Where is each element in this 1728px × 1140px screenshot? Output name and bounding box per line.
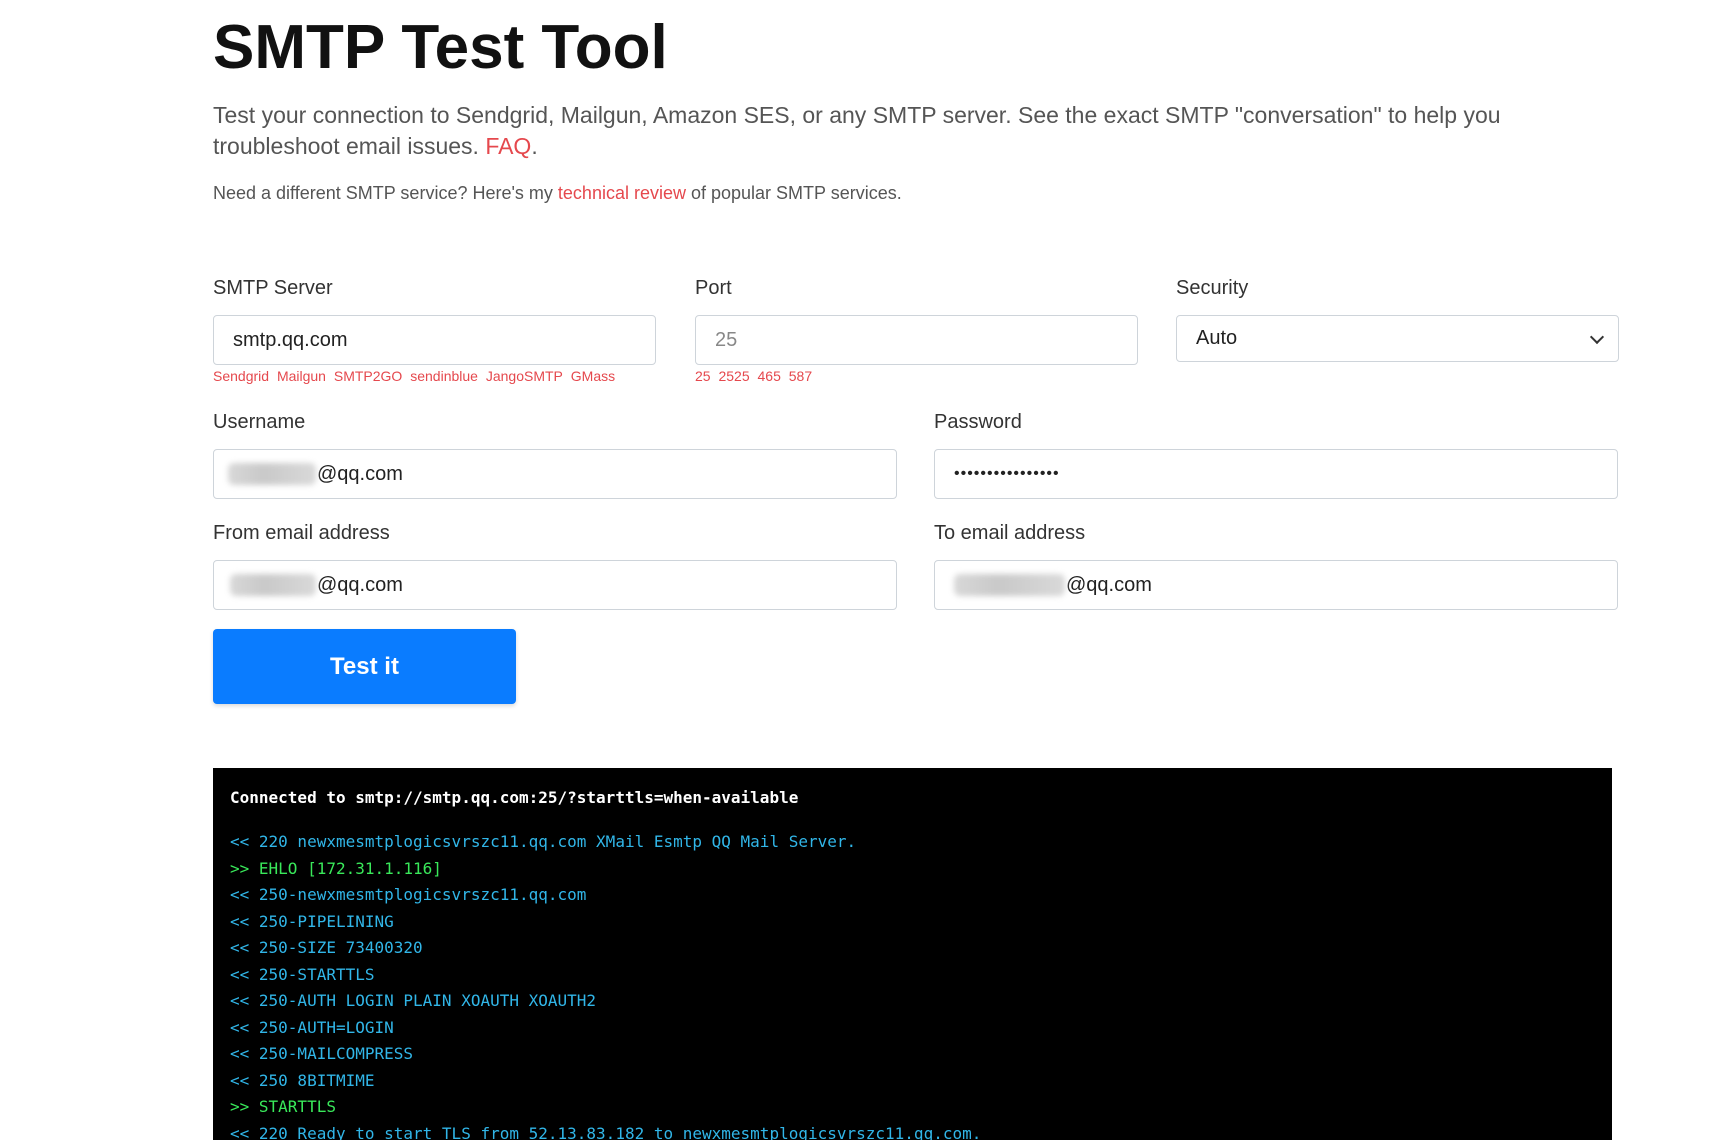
- connection-header: Connected to smtp://smtp.qq.com:25/?star…: [230, 788, 799, 807]
- security-selected-value: Auto: [1196, 327, 1238, 349]
- username-suffix: @qq.com: [317, 462, 403, 485]
- port-suggestion-587[interactable]: 587: [789, 368, 812, 384]
- test-it-button[interactable]: Test it: [213, 629, 516, 704]
- review-note: Need a different SMTP service? Here's my…: [213, 183, 902, 204]
- from-email-input[interactable]: @qq.com: [213, 560, 897, 610]
- port-suggestions: 25 2525 465 587: [695, 368, 816, 384]
- password-input[interactable]: ••••••••••••••••: [934, 449, 1618, 499]
- review-note-after: of popular SMTP services.: [685, 183, 902, 203]
- redacted-username: [228, 463, 316, 485]
- to-email-suffix: @qq.com: [1066, 573, 1152, 596]
- server-response-line: << 250-newxmesmtplogicsvrszc11.qq.com: [230, 885, 587, 904]
- suggestion-jangosmtp[interactable]: JangoSMTP: [486, 368, 563, 384]
- smtp-conversation-log: Connected to smtp://smtp.qq.com:25/?star…: [213, 768, 1612, 1140]
- suggestion-smtp2go[interactable]: SMTP2GO: [334, 368, 402, 384]
- server-response-line: << 250-STARTTLS: [230, 964, 375, 984]
- intro-text-end: .: [531, 133, 538, 159]
- from-email-suffix: @qq.com: [317, 573, 403, 596]
- redacted-to-email: [954, 574, 1065, 596]
- page-title: SMTP Test Tool: [213, 13, 668, 82]
- client-command-line: >> STARTTLS: [230, 1097, 336, 1116]
- password-masked-value: ••••••••••••••••: [954, 465, 1060, 482]
- port-placeholder: 25: [715, 328, 738, 351]
- page: SMTP Test Tool Test your connection to S…: [0, 0, 1728, 1140]
- to-email-label: To email address: [934, 522, 1086, 544]
- security-label: Security: [1176, 277, 1249, 299]
- server-response-line: << 250-PIPELINING: [230, 911, 394, 931]
- server-response-line: << 250-AUTH LOGIN PLAIN XOAUTH XOAUTH2: [230, 991, 597, 1010]
- intro-text-body: Test your connection to Sendgrid, Mailgu…: [213, 102, 1501, 159]
- client-command-line: >> EHLO [172.31.1.116]: [230, 858, 442, 878]
- suggestion-mailgun[interactable]: Mailgun: [277, 368, 326, 384]
- username-label: Username: [213, 411, 306, 433]
- server-response-line: << 220 newxmesmtplogicsvrszc11.qq.com XM…: [230, 832, 857, 851]
- username-input[interactable]: @qq.com: [213, 449, 897, 499]
- suggestion-gmass[interactable]: GMass: [571, 368, 615, 384]
- server-response-line: << 250-MAILCOMPRESS: [230, 1044, 414, 1063]
- to-email-input[interactable]: @qq.com: [934, 560, 1618, 610]
- log-lines: << 220 newxmesmtplogicsvrszc11.qq.com XM…: [230, 829, 1595, 1140]
- security-select[interactable]: Auto: [1176, 315, 1619, 362]
- smtp-server-value: smtp.qq.com: [233, 328, 348, 351]
- smtp-server-label: SMTP Server: [213, 277, 333, 299]
- port-label: Port: [695, 277, 732, 299]
- from-email-label: From email address: [213, 522, 390, 544]
- port-suggestion-465[interactable]: 465: [758, 368, 781, 384]
- server-response-line: << 250-SIZE 73400320: [230, 938, 423, 957]
- port-suggestion-25[interactable]: 25: [695, 368, 711, 384]
- server-response-line: << 250-AUTH=LOGIN: [230, 1017, 394, 1037]
- review-note-before: Need a different SMTP service? Here's my: [213, 183, 558, 203]
- server-response-line: << 220 Ready to start TLS from 52.13.83.…: [230, 1123, 982, 1140]
- faq-link[interactable]: FAQ: [485, 133, 531, 159]
- redacted-from-email: [230, 574, 316, 596]
- smtp-server-input[interactable]: smtp.qq.com: [213, 315, 656, 365]
- password-label: Password: [934, 411, 1022, 433]
- intro-text: Test your connection to Sendgrid, Mailgu…: [213, 100, 1606, 162]
- port-input[interactable]: 25: [695, 315, 1138, 365]
- technical-review-link[interactable]: technical review: [558, 183, 686, 203]
- port-suggestion-2525[interactable]: 2525: [718, 368, 749, 384]
- server-response-line: << 250 8BITMIME: [230, 1070, 375, 1090]
- chevron-down-icon: [1589, 329, 1605, 344]
- smtp-server-suggestions: Sendgrid Mailgun SMTP2GO sendinblue Jang…: [213, 368, 619, 384]
- suggestion-sendgrid[interactable]: Sendgrid: [213, 368, 269, 384]
- suggestion-sendinblue[interactable]: sendinblue: [410, 368, 478, 384]
